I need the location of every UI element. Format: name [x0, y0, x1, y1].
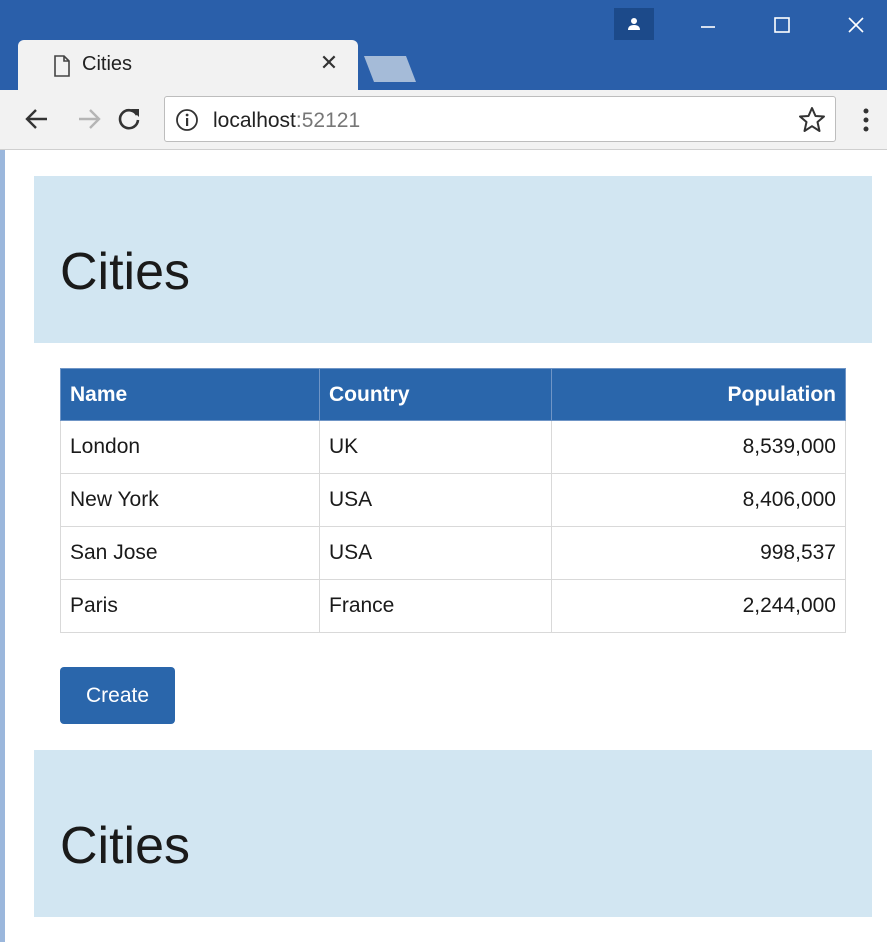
info-icon[interactable] [175, 108, 199, 132]
reload-icon [118, 108, 140, 130]
title-bar: Cities ✕ [0, 0, 887, 90]
close-icon [848, 17, 864, 33]
city-population: 8,406,000 [551, 473, 846, 527]
city-population: 8,539,000 [551, 420, 846, 474]
close-window-button[interactable] [836, 10, 876, 40]
page-title: Cities [60, 243, 191, 301]
new-tab-button[interactable] [360, 54, 420, 84]
footer-title: Cities [60, 817, 191, 875]
star-icon[interactable] [797, 105, 827, 135]
column-header-name: Name [60, 368, 320, 421]
browser-window: Cities ✕ localhost:52121 Cities Name Cou… [0, 0, 887, 942]
maximize-button[interactable] [762, 10, 802, 40]
table-row: New York USA 8,406,000 [60, 473, 846, 527]
column-header-country: Country [319, 368, 552, 421]
city-name: Paris [60, 579, 320, 633]
create-button[interactable]: Create [60, 667, 175, 724]
city-name: London [60, 420, 320, 474]
address-bar[interactable]: localhost:52121 [164, 96, 836, 142]
city-country: USA [319, 473, 552, 527]
page-footer: Cities [34, 750, 872, 917]
tab-cities[interactable]: Cities ✕ [18, 40, 358, 90]
back-arrow-icon [25, 109, 47, 129]
window-border [0, 150, 5, 942]
tab-close-icon[interactable]: ✕ [316, 50, 342, 76]
person-icon [628, 18, 640, 30]
city-name: San Jose [60, 526, 320, 580]
column-header-population: Population [551, 368, 846, 421]
minimize-icon [701, 26, 715, 28]
maximize-icon [774, 17, 790, 33]
city-population: 998,537 [551, 526, 846, 580]
browser-toolbar: localhost:52121 [0, 90, 887, 150]
city-population: 2,244,000 [551, 579, 846, 633]
city-country: France [319, 579, 552, 633]
city-country: UK [319, 420, 552, 474]
table-header-row: Name Country Population [60, 368, 846, 421]
url-text[interactable]: localhost:52121 [213, 109, 360, 133]
city-country: USA [319, 526, 552, 580]
back-button[interactable] [20, 102, 54, 136]
table-row: Paris France 2,244,000 [60, 579, 846, 633]
page-icon [54, 55, 70, 77]
tab-title: Cities [82, 53, 133, 75]
kebab-menu-icon[interactable] [856, 104, 876, 138]
table-row: San Jose USA 998,537 [60, 526, 846, 580]
forward-button[interactable] [72, 102, 106, 136]
reload-button[interactable] [112, 102, 146, 136]
url-port: :52121 [295, 109, 361, 132]
profile-button[interactable] [614, 8, 654, 40]
page-header: Cities [34, 176, 872, 343]
minimize-button[interactable] [688, 10, 728, 40]
table-row: London UK 8,539,000 [60, 420, 846, 474]
city-name: New York [60, 473, 320, 527]
url-host: localhost [213, 109, 296, 132]
forward-arrow-icon [79, 109, 101, 129]
cities-table: Name Country Population London UK 8,539,… [60, 368, 846, 633]
